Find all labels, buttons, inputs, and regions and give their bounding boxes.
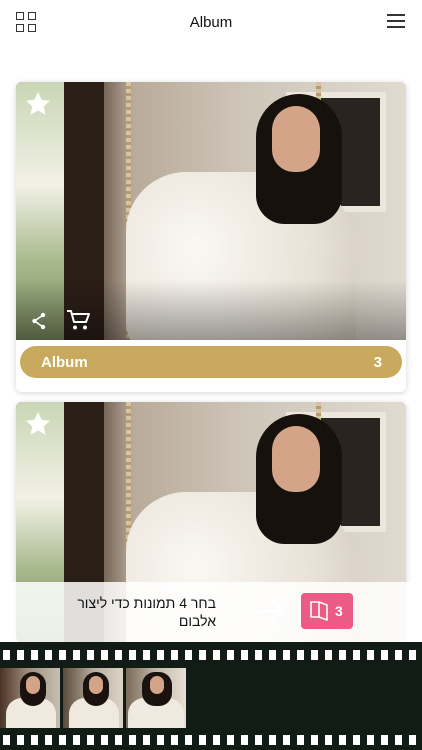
page-title: Album xyxy=(189,14,233,31)
photo[interactable] xyxy=(16,82,406,340)
thumbnail[interactable] xyxy=(0,668,60,728)
film-strip xyxy=(0,642,422,750)
thumbnail[interactable] xyxy=(63,668,123,728)
star-icon[interactable] xyxy=(24,410,52,438)
hamburger-menu-icon[interactable] xyxy=(387,14,405,28)
album-button[interactable]: Album 3 xyxy=(20,346,402,378)
star-icon[interactable] xyxy=(24,90,52,118)
album-count: 3 xyxy=(373,354,382,371)
thumbnail[interactable] xyxy=(126,668,186,728)
app-header: Album xyxy=(0,0,422,44)
album-label: Album xyxy=(41,354,88,371)
film-perforations xyxy=(0,650,422,660)
share-icon[interactable] xyxy=(31,312,47,330)
film-perforations xyxy=(0,735,422,745)
selection-bar: בחר 4 תמונות כדי ליצור אלבום 3 xyxy=(0,582,422,642)
arrow-right-icon[interactable] xyxy=(256,597,288,625)
create-album-button[interactable]: 3 xyxy=(301,593,353,629)
selected-count: 3 xyxy=(335,603,343,619)
photo-card[interactable]: Album 3 xyxy=(16,82,406,392)
book-icon xyxy=(310,601,328,621)
selection-hint: בחר 4 תמונות כדי ליצור אלבום xyxy=(77,595,216,629)
cart-icon[interactable] xyxy=(66,309,90,331)
